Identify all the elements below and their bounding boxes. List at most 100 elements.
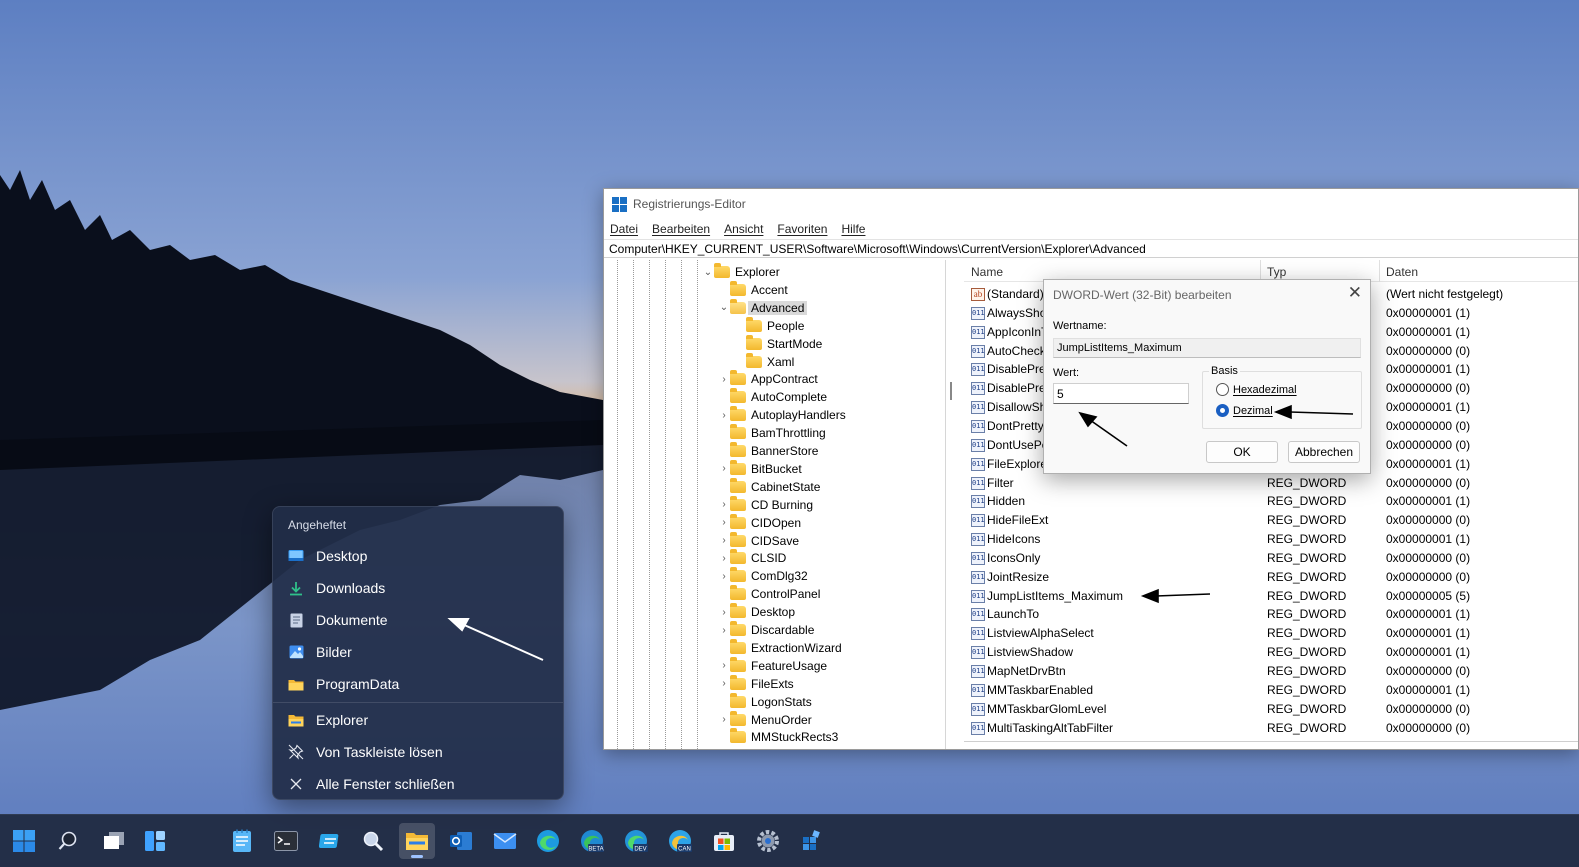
value-row[interactable]: 011 HideIcons REG_DWORD 0x00000001 (1) <box>964 530 1578 549</box>
horizontal-scrollbar[interactable] <box>964 741 1578 749</box>
chevron-right-icon[interactable]: › <box>718 535 730 546</box>
chevron-right-icon[interactable]: › <box>718 499 730 510</box>
tree-key-cd-burning[interactable]: › CD Burning <box>718 495 813 514</box>
value-name-field[interactable]: JumpListItems_Maximum <box>1053 338 1361 358</box>
dword-edit-dialog[interactable]: DWORD-Wert (32-Bit) bearbeiten ✕ Wertnam… <box>1043 279 1371 474</box>
tree-key-autocomplete[interactable]: AutoComplete <box>718 388 827 406</box>
pane-splitter[interactable] <box>946 260 964 749</box>
tree-key-discardable[interactable]: › Discardable <box>718 621 814 639</box>
value-row[interactable]: 011 MapNetDrvBtn REG_DWORD 0x00000000 (0) <box>964 662 1578 681</box>
jumplist-item-explorer[interactable]: Explorer <box>273 705 563 735</box>
radio-decimal[interactable]: Dezimal <box>1216 404 1273 417</box>
tree-key-fileexts[interactable]: › FileExts <box>718 674 794 693</box>
edge-canary-icon[interactable]: CAN <box>662 823 698 859</box>
value-row[interactable]: 011 MultiTaskingAltTabFilter REG_DWORD 0x00… <box>964 719 1578 738</box>
mail-icon[interactable] <box>487 823 523 859</box>
microsoft-store-icon[interactable] <box>706 823 742 859</box>
chevron-right-icon[interactable]: › <box>718 678 730 689</box>
value-row[interactable]: 011 LaunchTo REG_DWORD 0x00000001 (1) <box>964 605 1578 624</box>
jumplist-item-programdata[interactable]: ProgramData <box>273 669 563 699</box>
chevron-right-icon[interactable]: › <box>718 660 730 671</box>
jumplist-item-bilder[interactable]: Bilder <box>273 637 563 667</box>
close-icon[interactable]: ✕ <box>1348 283 1362 303</box>
tree-key-cidsave[interactable]: › CIDSave <box>718 531 799 550</box>
column-type[interactable]: Typ <box>1267 265 1286 279</box>
menu-favoriten[interactable]: Favoriten <box>777 222 827 236</box>
tree-key-desktop[interactable]: › Desktop <box>718 603 795 621</box>
tree-key-menuorder[interactable]: › MenuOrder <box>718 710 812 729</box>
menu-ansicht[interactable]: Ansicht <box>724 222 763 236</box>
tree-key-xaml[interactable]: Xaml <box>734 352 794 371</box>
column-name[interactable]: Name <box>971 265 1003 279</box>
value-row[interactable]: 011 JointResize REG_DWORD 0x00000000 (0) <box>964 568 1578 587</box>
cancel-button[interactable]: Abbrechen <box>1288 441 1360 463</box>
value-row[interactable]: 011 MMTaskbarGlomLevel REG_DWORD 0x00000000… <box>964 700 1578 719</box>
tree-key-appcontract[interactable]: › AppContract <box>718 370 818 388</box>
chevron-right-icon[interactable]: › <box>718 517 730 528</box>
ok-button[interactable]: OK <box>1206 441 1278 463</box>
radio-hexadecimal[interactable]: Hexadezimal <box>1216 383 1297 396</box>
magnifier-icon[interactable] <box>355 823 391 859</box>
tree-key-bitbucket[interactable]: › BitBucket <box>718 459 802 478</box>
tree-key-controlpanel[interactable]: ControlPanel <box>718 585 820 603</box>
file-explorer-icon[interactable] <box>399 823 435 859</box>
value-row[interactable]: 011 MMTaskbarEnabled REG_DWORD 0x00000001 (… <box>964 681 1578 700</box>
key-tree[interactable]: ⌄ Explorer Accent ⌄ Advanced People StartMode X… <box>604 260 946 749</box>
notepad-icon[interactable] <box>224 823 260 859</box>
menu-datei[interactable]: Datei <box>610 222 638 236</box>
outlook-icon[interactable] <box>443 823 479 859</box>
tree-key-accent[interactable]: Accent <box>718 280 788 299</box>
jumplist-item-unpin[interactable]: Von Taskleiste lösen <box>273 737 563 767</box>
terminal-icon[interactable] <box>268 823 304 859</box>
tree-key-featureusage[interactable]: › FeatureUsage <box>718 656 827 675</box>
chevron-down-icon[interactable]: ⌄ <box>718 302 730 313</box>
tree-key-bamthrottling[interactable]: BamThrottling <box>718 424 826 442</box>
tree-key-comdlg32[interactable]: › ComDlg32 <box>718 567 808 585</box>
settings-icon[interactable] <box>750 823 786 859</box>
tree-key-explorer[interactable]: ⌄ Explorer <box>702 263 780 281</box>
edge-dev-icon[interactable]: DEV <box>618 823 654 859</box>
regedit-icon[interactable] <box>794 823 830 859</box>
tree-key-cidopen[interactable]: › CIDOpen <box>718 513 801 532</box>
value-row[interactable]: 011 IconsOnly REG_DWORD 0x00000000 (0) <box>964 549 1578 568</box>
tree-key-extractionwizard[interactable]: ExtractionWizard <box>718 638 842 657</box>
value-row[interactable]: 011 ListviewAlphaSelect REG_DWORD 0x0000000… <box>964 624 1578 643</box>
chevron-right-icon[interactable]: › <box>718 374 730 385</box>
menu-hilfe[interactable]: Hilfe <box>841 222 865 236</box>
chevron-right-icon[interactable]: › <box>718 625 730 636</box>
search-icon[interactable] <box>50 823 86 859</box>
tree-key-mmstuckrects3[interactable]: MMStuckRects3 <box>718 728 838 746</box>
jumplist-item-downloads[interactable]: Downloads <box>273 573 563 603</box>
tree-key-bannerstore[interactable]: BannerStore <box>718 442 818 460</box>
tree-key-people[interactable]: People <box>734 316 804 335</box>
value-data-input[interactable]: 5 <box>1053 383 1189 404</box>
chevron-right-icon[interactable]: › <box>718 410 730 421</box>
value-row[interactable]: 011 HideFileExt REG_DWORD 0x00000000 (0) <box>964 511 1578 530</box>
explorer-jump-list[interactable]: Angeheftet Desktop Downloads Dokumente B… <box>272 506 564 800</box>
jumplist-item-desktop[interactable]: Desktop <box>273 541 563 571</box>
tree-key-autoplayhandlers[interactable]: › AutoplayHandlers <box>718 406 846 424</box>
tree-key-clsid[interactable]: › CLSID <box>718 549 786 567</box>
chevron-right-icon[interactable]: › <box>718 553 730 564</box>
store-like-icon[interactable] <box>312 823 348 859</box>
chevron-right-icon[interactable]: › <box>718 607 730 618</box>
task-view-icon[interactable] <box>96 823 132 859</box>
tree-key-advanced[interactable]: ⌄ Advanced <box>718 298 808 317</box>
chevron-right-icon[interactable]: › <box>718 571 730 582</box>
value-row[interactable]: 011 Hidden REG_DWORD 0x00000001 (1) <box>964 492 1578 511</box>
value-row[interactable]: 011 JumpListItems_Maximum REG_DWORD 0x00000… <box>964 587 1578 606</box>
tree-key-startmode[interactable]: StartMode <box>734 334 822 353</box>
jumplist-item-dokumente[interactable]: Dokumente <box>273 605 563 635</box>
start-icon[interactable] <box>6 823 42 859</box>
chevron-down-icon[interactable]: ⌄ <box>702 267 714 278</box>
window-titlebar[interactable]: Registrierungs-Editor <box>604 189 1578 219</box>
tree-key-cabinetstate[interactable]: CabinetState <box>718 477 820 496</box>
value-row[interactable]: 011 ListviewShadow REG_DWORD 0x00000001 (1) <box>964 643 1578 662</box>
chevron-right-icon[interactable]: › <box>718 714 730 725</box>
tree-key-logonstats[interactable]: LogonStats <box>718 692 812 711</box>
address-bar[interactable]: Computer\HKEY_CURRENT_USER\Software\Micr… <box>604 239 1578 258</box>
widgets-icon[interactable] <box>137 823 173 859</box>
jumplist-item-close-all[interactable]: Alle Fenster schließen <box>273 769 563 799</box>
edge-icon[interactable] <box>530 823 566 859</box>
column-data[interactable]: Daten <box>1386 265 1418 279</box>
